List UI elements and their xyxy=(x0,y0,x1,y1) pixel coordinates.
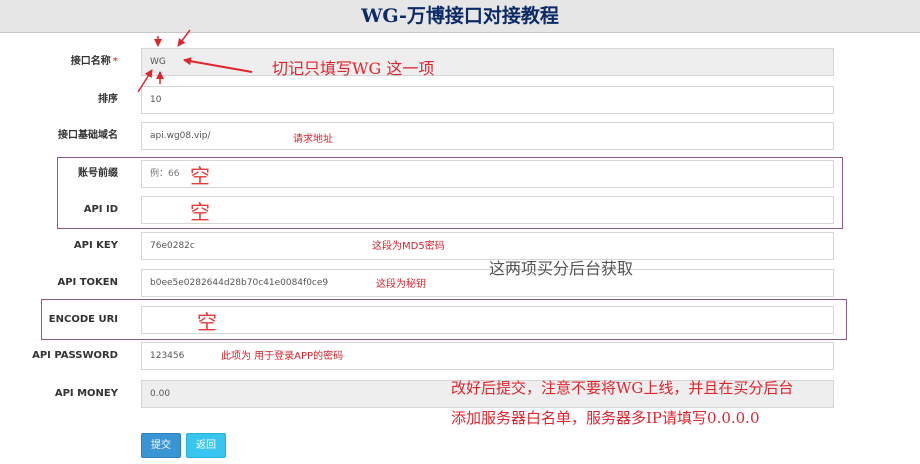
form-row-base-domain: 接口基础域名 xyxy=(0,122,920,150)
empty-mark-prefix: 空 xyxy=(190,164,210,188)
api-token-label: API TOKEN xyxy=(57,277,118,288)
api-password-label: API PASSWORD xyxy=(32,350,118,361)
back-button[interactable]: 返回 xyxy=(186,433,226,458)
required-mark: * xyxy=(112,56,118,67)
backend-fields-outline xyxy=(57,157,843,229)
note-request-url: 请求地址 xyxy=(293,134,333,145)
api-key-label: API KEY xyxy=(73,240,118,251)
sort-input[interactable] xyxy=(141,86,834,114)
empty-mark-encode-uri: 空 xyxy=(197,310,217,334)
interface-name-input[interactable] xyxy=(141,48,834,76)
form-row-sort: 排序 xyxy=(0,86,920,114)
note-md5-key: 这段为MD5密码 xyxy=(372,241,445,252)
submit-button[interactable]: 提交 xyxy=(141,433,181,458)
callout-submit-line2: 添加服务器白名单，服务器多IP请填写0.0.0.0 xyxy=(451,409,760,427)
callout-from-backend: 这两项买分后台获取 xyxy=(489,259,634,278)
form-row-api-key: API KEY xyxy=(0,232,920,260)
form-row-api-token: API TOKEN xyxy=(0,269,920,297)
callout-submit-line1: 改好后提交，注意不要将WG上线，并且在买分后台 xyxy=(451,379,794,397)
sort-label: 排序 xyxy=(98,94,118,105)
note-secret-key: 这段为秘钥 xyxy=(376,279,426,290)
form-row-api-password: API PASSWORD xyxy=(0,342,920,370)
interface-name-label: 接口名称 * xyxy=(70,56,118,67)
api-money-label: API MONEY xyxy=(54,388,118,399)
form-row-interface-name: 接口名称 * xyxy=(0,48,920,76)
api-key-input[interactable] xyxy=(141,232,834,260)
empty-mark-api-id: 空 xyxy=(190,200,210,224)
page-title: WG-万博接口对接教程 xyxy=(0,0,920,33)
encode-uri-outline xyxy=(41,299,847,340)
api-token-input[interactable] xyxy=(141,269,834,297)
callout-only-wg: 切记只填写WG 这一项 xyxy=(272,59,435,78)
base-domain-label: 接口基础域名 xyxy=(58,130,118,141)
note-app-password: 此项为 用于登录APP的密码 xyxy=(221,351,344,362)
base-domain-input[interactable] xyxy=(141,122,834,150)
